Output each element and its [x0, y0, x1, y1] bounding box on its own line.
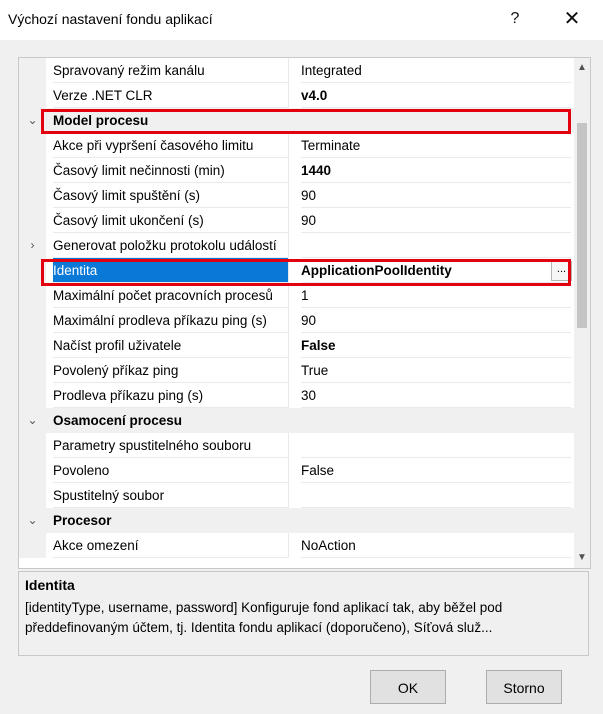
property-row[interactable]: Verze .NET CLR v4.0 [19, 83, 574, 108]
property-row[interactable]: Časový limit nečinnosti (min) 1440 [19, 158, 574, 183]
property-name: Spravovaný režim kanálu [53, 58, 289, 83]
scroll-thumb[interactable] [577, 123, 587, 328]
property-name: Časový limit ukončení (s) [53, 208, 289, 233]
property-name: Načíst profil uživatele [53, 333, 289, 358]
property-value[interactable]: v4.0 [301, 83, 571, 108]
property-row[interactable]: Povoleno False [19, 458, 574, 483]
property-value[interactable]: 1440 [301, 158, 571, 183]
property-name: Prodleva příkazu ping (s) [53, 383, 289, 408]
property-name: Povoleno [53, 458, 289, 483]
property-row[interactable]: Parametry spustitelného souboru [19, 433, 574, 458]
property-row[interactable]: Časový limit spuštění (s) 90 [19, 183, 574, 208]
property-name: Akce omezení [53, 533, 289, 558]
category-row-procesor[interactable]: ⌄ Procesor [19, 508, 574, 533]
property-value[interactable]: NoAction [301, 533, 571, 558]
ellipsis-button[interactable]: ... [551, 261, 572, 281]
close-button[interactable]: ✕ [557, 6, 587, 32]
property-value[interactable]: Integrated [301, 58, 571, 83]
title-bar: Výchozí nastavení fondu aplikací ? ✕ [0, 0, 603, 40]
property-value-input[interactable]: ApplicationPoolIdentity [301, 258, 571, 283]
category-name: Osamocení procesu [53, 413, 183, 428]
property-value[interactable]: False [301, 458, 571, 483]
expanded-chevron-icon[interactable]: ⌄ [19, 508, 46, 533]
window-title: Výchozí nastavení fondu aplikací [8, 11, 213, 27]
property-name: Generovat položku protokolu událostí [53, 233, 289, 258]
collapsed-chevron-icon[interactable]: › [19, 233, 46, 258]
scroll-down-icon[interactable]: ▼ [574, 550, 590, 566]
property-name: Spustitelný soubor [53, 483, 289, 508]
property-value[interactable]: 90 [301, 308, 571, 333]
property-name: Povolený příkaz ping [53, 358, 289, 383]
property-row[interactable]: › Generovat položku protokolu událostí [19, 233, 574, 258]
property-value[interactable]: False [301, 333, 571, 358]
property-value[interactable]: Terminate [301, 133, 571, 158]
scroll-up-icon[interactable]: ▲ [574, 60, 590, 76]
property-value[interactable] [301, 433, 571, 458]
property-name: Maximální prodleva příkazu ping (s) [53, 308, 289, 333]
property-value[interactable] [301, 483, 571, 508]
property-value[interactable]: True [301, 358, 571, 383]
property-row[interactable]: Akce při vypršení časového limitu Termin… [19, 133, 574, 158]
property-value[interactable]: 90 [301, 208, 571, 233]
cancel-button[interactable]: Storno [486, 670, 562, 704]
help-button[interactable]: ? [500, 6, 530, 32]
property-value[interactable]: 30 [301, 383, 571, 408]
description-panel: Identita [identityType, username, passwo… [18, 571, 589, 656]
property-row[interactable]: Maximální prodleva příkazu ping (s) 90 [19, 308, 574, 333]
ok-button[interactable]: OK [370, 670, 446, 704]
property-name: Identita [53, 258, 289, 283]
property-name: Verze .NET CLR [53, 83, 289, 108]
property-row[interactable]: Prodleva příkazu ping (s) 30 [19, 383, 574, 408]
property-row-identita[interactable]: Identita ApplicationPoolIdentity ... [19, 258, 574, 283]
property-grid[interactable]: Spravovaný režim kanálu Integrated Verze… [18, 57, 591, 569]
property-row[interactable]: Časový limit ukončení (s) 90 [19, 208, 574, 233]
property-value[interactable]: 1 [301, 283, 571, 308]
property-value[interactable]: 90 [301, 183, 571, 208]
description-text: [identityType, username, password] Konfi… [25, 600, 503, 635]
category-row-model-procesu[interactable]: ⌄ Model procesu [19, 108, 574, 133]
property-row[interactable]: Akce omezení NoAction [19, 533, 574, 558]
category-row-osamoceni-procesu[interactable]: ⌄ Osamocení procesu [19, 408, 574, 433]
property-name: Časový limit nečinnosti (min) [53, 158, 289, 183]
vertical-scrollbar[interactable]: ▲ ▼ [574, 58, 590, 568]
expanded-chevron-icon[interactable]: ⌄ [19, 408, 46, 433]
expanded-chevron-icon[interactable]: ⌄ [19, 108, 46, 133]
category-name: Procesor [53, 513, 112, 528]
property-name: Parametry spustitelného souboru [53, 433, 289, 458]
category-name: Model procesu [53, 113, 149, 128]
property-name: Časový limit spuštění (s) [53, 183, 289, 208]
property-row[interactable]: Spustitelný soubor [19, 483, 574, 508]
description-title: Identita [25, 577, 75, 593]
property-value[interactable] [301, 233, 571, 258]
property-row[interactable]: Načíst profil uživatele False [19, 333, 574, 358]
property-row[interactable]: Maximální počet pracovních procesů 1 [19, 283, 574, 308]
property-row[interactable]: Povolený příkaz ping True [19, 358, 574, 383]
property-name: Akce při vypršení časového limitu [53, 133, 289, 158]
property-row[interactable]: Spravovaný režim kanálu Integrated [19, 58, 574, 83]
property-name: Maximální počet pracovních procesů [53, 283, 289, 308]
